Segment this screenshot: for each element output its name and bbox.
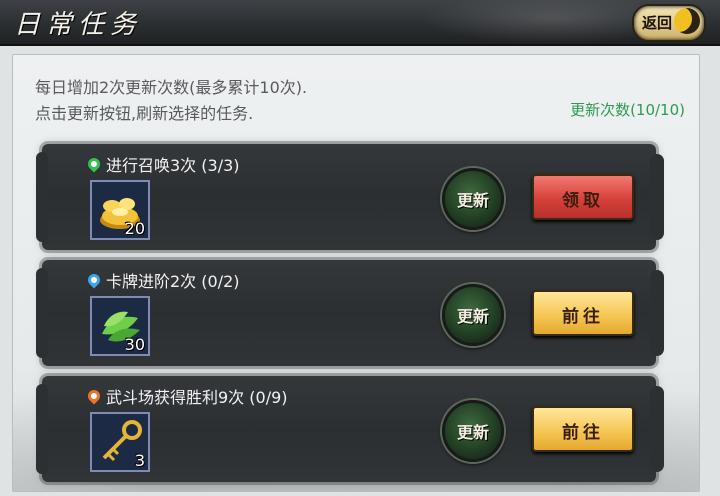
description-line-1: 每日增加2次更新次数(最多累计10次). (35, 78, 308, 97)
refresh-button[interactable]: 更新 (442, 168, 504, 230)
page-title: 日常任务 (14, 10, 143, 40)
moon-icon (674, 8, 700, 34)
go-button[interactable]: 前往 (532, 406, 634, 452)
refresh-button[interactable]: 更新 (442, 400, 504, 462)
refresh-button-label: 更新 (456, 191, 489, 210)
go-button[interactable]: 前往 (532, 290, 634, 336)
location-pin-icon (85, 387, 103, 405)
back-button[interactable]: 返回 (632, 4, 706, 42)
action-button-label: 领取 (562, 191, 604, 211)
task-card: 卡牌进阶2次 (0/2) 30 更新 前往 (36, 260, 664, 366)
refresh-button-label: 更新 (456, 307, 489, 326)
claim-button[interactable]: 领取 (532, 174, 634, 220)
reward-count: 30 (124, 335, 145, 354)
reward-count: 20 (124, 219, 145, 238)
refresh-button[interactable]: 更新 (442, 284, 504, 346)
top-bar: 日常任务 返回 (0, 0, 720, 46)
ink-decoration (420, 0, 640, 44)
refresh-count: 更新次数(10/10) (570, 101, 685, 119)
back-button-label: 返回 (642, 14, 673, 32)
action-button-label: 前往 (562, 307, 604, 327)
task-card: 进行召唤3次 (3/3) 20 更新 领取 (36, 144, 664, 250)
description-line-2: 点击更新按钮,刷新选择的任务. (35, 104, 254, 123)
task-card: 武斗场获得胜利9次 (0/9) 3 更新 前往 (36, 376, 664, 482)
task-title: 进行召唤3次 (3/3) (106, 156, 240, 175)
reward-item[interactable]: 3 (90, 412, 150, 472)
reward-count: 3 (134, 451, 145, 470)
reward-item[interactable]: 30 (90, 296, 150, 356)
location-pin-icon (85, 271, 103, 289)
reward-item[interactable]: 20 (90, 180, 150, 240)
refresh-button-label: 更新 (456, 423, 489, 442)
task-title: 武斗场获得胜利9次 (0/9) (106, 388, 288, 407)
action-button-label: 前往 (562, 423, 604, 443)
location-pin-icon (85, 155, 103, 173)
description: 每日增加2次更新次数(最多累计10次). 点击更新按钮,刷新选择的任务. (35, 75, 307, 127)
task-title: 卡牌进阶2次 (0/2) (106, 272, 240, 291)
